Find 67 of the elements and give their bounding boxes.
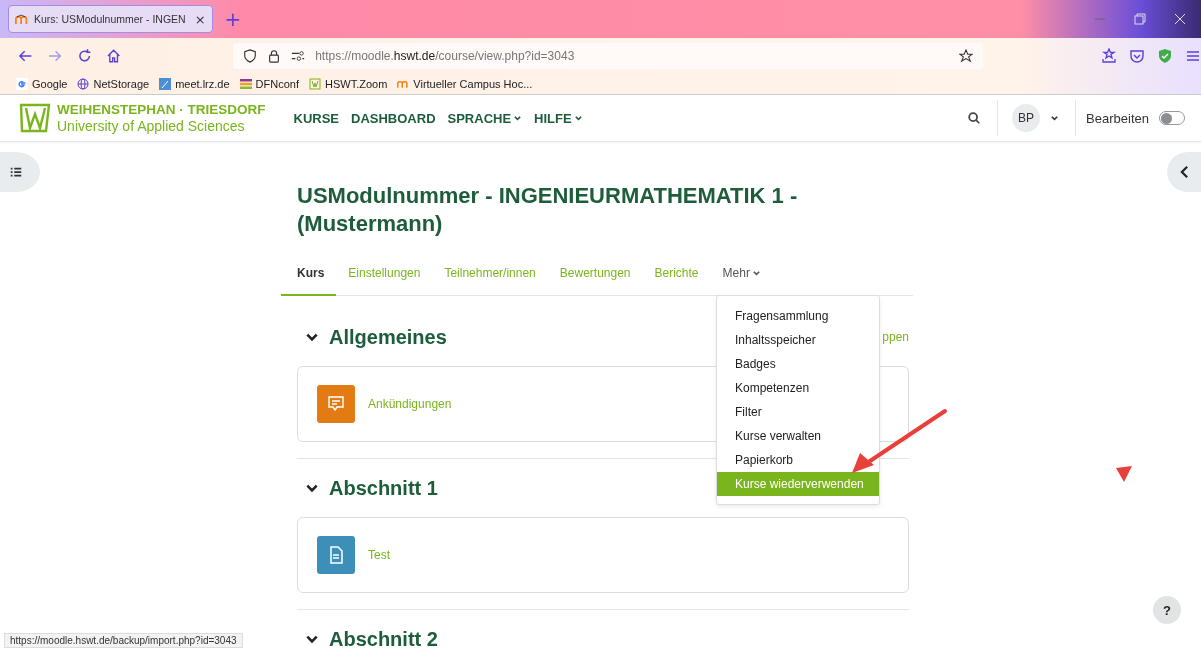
course-index-button[interactable] — [0, 152, 40, 192]
permissions-icon — [291, 49, 306, 63]
university-subtitle: University of Applied Sciences — [57, 118, 246, 134]
pocket-icon[interactable] — [1129, 48, 1145, 64]
university-logo-icon — [18, 102, 52, 134]
menu-item[interactable]: Kompetenzen — [717, 376, 879, 400]
shield-icon — [243, 49, 258, 63]
document-icon — [317, 536, 355, 574]
address-bar[interactable]: https://moodle.hswt.de/course/view.php?id=3043 — [233, 43, 983, 69]
menu-icon[interactable] — [1185, 48, 1201, 64]
menu-item[interactable]: Papierkorb — [717, 448, 879, 472]
close-icon[interactable] — [1173, 12, 1187, 26]
caret-icon — [573, 113, 583, 123]
caret-icon — [751, 268, 761, 278]
back-icon[interactable] — [18, 48, 34, 64]
forum-icon — [317, 385, 355, 423]
menu-item[interactable]: Filter — [717, 400, 879, 424]
tab-title: Kurs: USModulnummer - INGEN — [34, 13, 186, 25]
block-drawer-button[interactable] — [1167, 152, 1201, 192]
bookmark-star-icon[interactable] — [959, 49, 973, 63]
course-title: USModulnummer - INGENIEURMATHEMATIK 1 - (Mustermann) — [297, 182, 799, 238]
section-title: Abschnitt 2 — [329, 627, 438, 648]
bookmark-link[interactable]: meet.lrz.de — [159, 78, 230, 90]
bookmark-link[interactable]: DFNconf — [239, 78, 299, 90]
university-name: WEIHENSTEPHAN · TRIESDORF — [57, 102, 266, 118]
menu-item[interactable]: Inhaltsspeicher — [717, 328, 879, 352]
menu-item[interactable]: Kurse verwalten — [717, 424, 879, 448]
more-tab[interactable]: Mehr — [710, 258, 773, 296]
caret-icon[interactable] — [1050, 113, 1060, 123]
home-icon[interactable] — [105, 48, 122, 64]
url-text: https://moodle.hswt.de/course/view.php?id=3043 — [315, 49, 575, 63]
help-button[interactable]: ? — [1153, 596, 1181, 624]
bookmark-link[interactable]: Google — [16, 78, 68, 90]
bookmark-link[interactable]: HSWT.Zoom — [308, 78, 388, 90]
bookmark-link[interactable]: Virtueller Campus Hoc... — [397, 78, 533, 90]
lock-icon — [267, 49, 282, 63]
hswt-logo-icon — [308, 78, 321, 90]
bookmark-link[interactable]: NetStorage — [77, 78, 150, 90]
search-icon[interactable] — [967, 111, 982, 125]
section-title: Abschnitt 1 — [329, 476, 438, 500]
chevron-left-icon — [1179, 165, 1189, 179]
user-avatar[interactable]: BP — [1012, 104, 1041, 132]
reload-icon[interactable] — [76, 48, 92, 64]
status-url: https://moodle.hswt.de/backup/import.php?id=3043 — [4, 633, 243, 648]
nav-link[interactable]: SPRACHE — [447, 110, 523, 126]
cursor-marker-icon — [1114, 464, 1134, 484]
menu-item[interactable]: Badges — [717, 352, 879, 376]
browser-tab[interactable]: Kurs: USModulnummer - INGEN × — [8, 5, 213, 33]
list-icon — [9, 165, 23, 179]
globe-icon — [77, 78, 90, 90]
google-icon — [16, 78, 28, 90]
edit-mode-label: Bearbeiten — [1086, 110, 1149, 126]
feather-icon — [159, 78, 172, 90]
moodle-icon — [15, 13, 29, 25]
close-tab-button[interactable]: × — [190, 11, 206, 27]
restore-icon[interactable] — [1133, 12, 1147, 26]
course-tab[interactable]: Kurs — [281, 258, 337, 296]
moodle-icon — [397, 78, 410, 90]
caret-icon — [513, 113, 523, 123]
section-title: Allgemeines — [329, 325, 447, 349]
nav-link[interactable]: DASHBOARD — [351, 110, 436, 126]
stripes-icon — [239, 78, 252, 90]
menu-item[interactable]: Fragensammlung — [717, 304, 879, 328]
nav-link[interactable]: KURSE — [293, 110, 340, 126]
nav-link[interactable]: HILFE — [534, 110, 583, 126]
shield-check-icon[interactable] — [1157, 48, 1173, 64]
star-tray-icon[interactable] — [1101, 48, 1117, 64]
